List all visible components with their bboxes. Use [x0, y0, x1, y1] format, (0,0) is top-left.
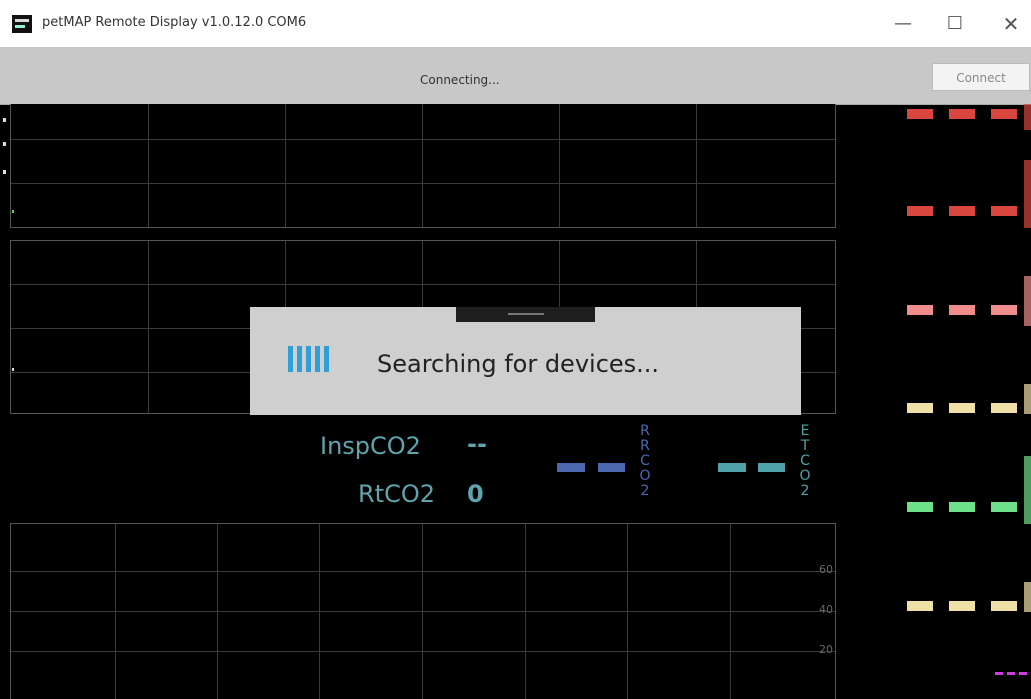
etco2-vertical-label: ETCO2 — [799, 423, 811, 499]
close-button[interactable]: ✕ — [996, 10, 1026, 38]
cropped-label-fragment — [1024, 456, 1031, 524]
cropped-label-fragment — [1024, 276, 1031, 326]
tick-label: 60 — [819, 563, 833, 576]
cropped-label-fragment — [1024, 582, 1031, 612]
searching-dialog: Searching for devices... — [250, 307, 801, 415]
insp-co2-label: InspCO2 — [320, 432, 421, 460]
rrco2-dash — [557, 463, 585, 472]
edge-marker — [3, 142, 6, 146]
cropped-label-fragment — [1024, 384, 1031, 414]
insp-co2-value: -- — [467, 430, 487, 458]
title-bar: petMAP Remote Display v1.0.12.0 COM6 — ☐… — [0, 0, 1031, 47]
rt-co2-value: 0 — [467, 480, 484, 508]
connect-button[interactable]: Connect — [932, 63, 1030, 91]
etco2-dash — [758, 463, 785, 472]
graph2-trace-dot — [12, 368, 14, 371]
cropped-label-fragment — [1024, 160, 1031, 228]
app-icon — [12, 15, 32, 33]
cropped-label-fragment — [1024, 104, 1031, 130]
edge-marker — [3, 118, 6, 122]
etco2-dash — [718, 463, 746, 472]
rrco2-vertical-label: RRCO2 — [639, 423, 651, 499]
tick-label: 20 — [819, 643, 833, 656]
rrco2-dash — [598, 463, 625, 472]
rt-co2-label: RtCO2 — [358, 480, 436, 508]
tick-label: 40 — [819, 603, 833, 616]
magenta-trace-dash — [995, 672, 1031, 675]
waveform-graph-1 — [10, 104, 836, 228]
connection-status: Connecting... — [420, 73, 500, 87]
graph1-trace-dot — [12, 210, 14, 213]
maximize-button[interactable]: ☐ — [940, 10, 970, 38]
capnography-graph: 60 40 20 — [10, 523, 836, 699]
status-bar: Connecting... Connect — [0, 47, 1031, 105]
window-title: petMAP Remote Display v1.0.12.0 COM6 — [42, 15, 307, 30]
edge-marker — [3, 170, 6, 174]
progress-indicator-icon — [288, 346, 348, 372]
dialog-drag-handle[interactable] — [456, 307, 595, 322]
minimize-button[interactable]: — — [888, 10, 918, 38]
searching-message: Searching for devices... — [377, 350, 660, 378]
